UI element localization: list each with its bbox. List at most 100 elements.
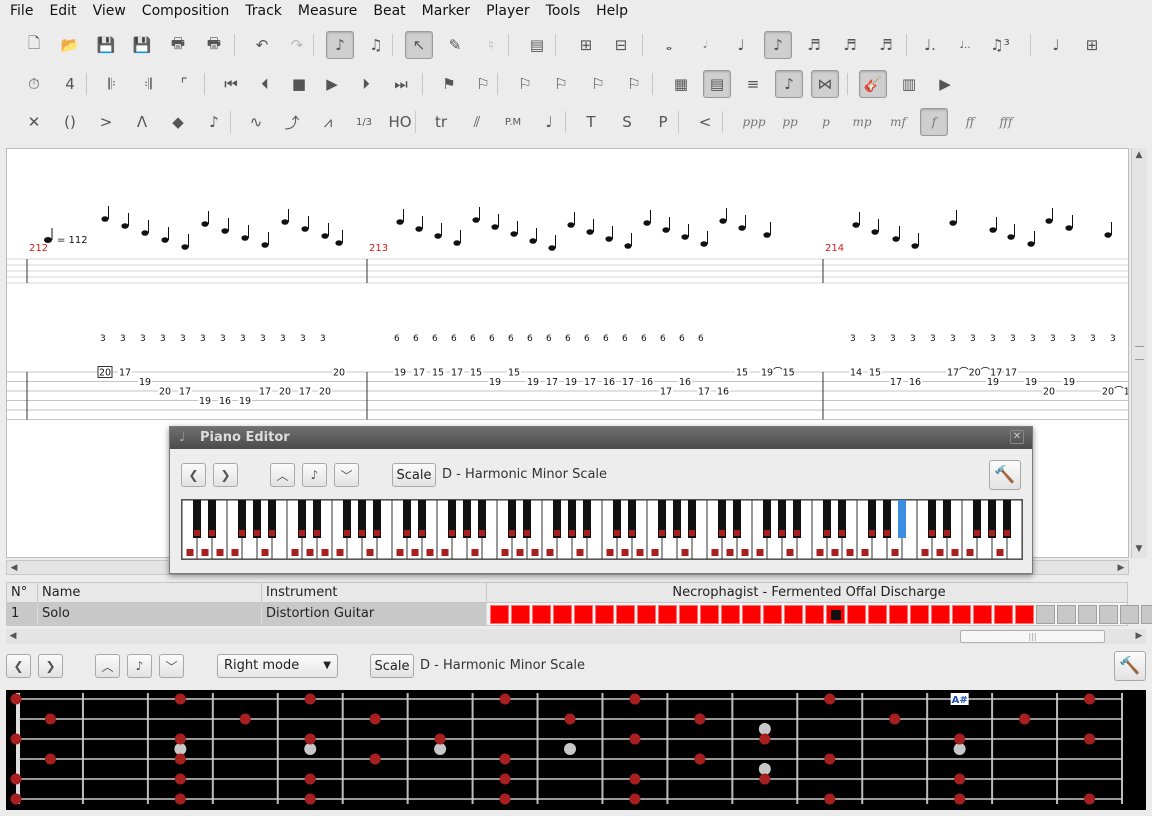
palm-mute-button[interactable]: P.M [499,108,527,136]
measure-cell[interactable] [1078,605,1097,624]
tab-fret-number[interactable]: 19 [986,376,1000,388]
tab-fret-number[interactable]: 17 [450,366,464,379]
dynamic-pp-button[interactable]: pp [776,108,804,136]
measure-cell[interactable] [742,605,761,624]
scale-note-marker[interactable] [824,693,836,705]
measure-cell[interactable] [595,605,614,624]
dotted-note-button[interactable]: ♩. [916,31,944,59]
metronome-button[interactable]: ⏱ [20,70,48,98]
page-button[interactable]: ▤ [523,31,551,59]
scale-note-marker[interactable] [304,693,316,705]
octave-up-button[interactable]: ︿ [95,654,120,678]
piano-keys-canvas[interactable] [181,499,1023,560]
scale-note-marker[interactable] [239,713,251,725]
measure-cell[interactable] [1036,605,1055,624]
heavy-accent-button[interactable]: Λ [128,108,156,136]
tab-fret-number[interactable]: 19 [1062,376,1076,388]
measure-cell[interactable] [910,605,929,624]
piano-black-key-selected[interactable] [898,500,906,538]
tab-fret-number[interactable]: 17 [889,376,903,388]
scale-note-marker[interactable] [174,693,186,705]
scale-note-marker[interactable] [824,793,836,805]
scale-note-marker[interactable] [629,693,641,705]
tab-fret-number[interactable]: 17 [298,385,312,398]
measure-cell[interactable] [700,605,719,624]
marker-list-button[interactable]: ⚐ [469,70,497,98]
piano-editor-window[interactable]: ♩ Piano Editor ✕ ❮ ❯ ︿ ♪ ﹀ Scale D - Har… [169,426,1033,574]
tab-fret-number[interactable]: 19 [238,395,252,407]
scroll-grip[interactable] [1135,346,1144,360]
undo-button[interactable]: ↶ [248,31,276,59]
staccato-button[interactable]: ♩ [535,108,563,136]
measure-cell[interactable] [679,605,698,624]
vibrato-button[interactable]: ∿ [242,108,270,136]
scale-note-marker[interactable] [304,733,316,745]
measure-cell[interactable] [973,605,992,624]
repeat-open-button[interactable]: 𝄆 [98,70,126,98]
repeat-close-button[interactable]: 𝄇 [134,70,162,98]
harmonic-button[interactable]: ◆ [164,108,192,136]
dynamic-mf-button[interactable]: mf [884,108,912,136]
scale-note-marker[interactable] [369,713,381,725]
grace-note-button[interactable]: ♪ [200,108,228,136]
measure-cell[interactable] [1120,605,1139,624]
track-row[interactable]: 1 Solo Distortion Guitar [6,603,1152,626]
print-button[interactable]: 🖶 [164,31,192,59]
scroll-right-icon[interactable]: ▶ [1114,561,1128,575]
tuplet-button[interactable]: ♫³ [986,31,1014,59]
media-player-button[interactable]: ▶ [931,70,959,98]
tab-fret-number[interactable]: 19 [488,376,502,388]
track-instrument[interactable]: Distortion Guitar [262,603,487,625]
measure-cell[interactable] [994,605,1013,624]
tab-fret-number[interactable]: 15 [431,366,445,379]
measure-cell[interactable] [721,605,740,624]
fretboard-canvas[interactable]: A# [6,690,1146,810]
transport-button[interactable]: ▦ [667,70,695,98]
scale-note-marker[interactable] [1084,733,1096,745]
tab-fret-number[interactable]: 20 [332,366,346,379]
close-icon[interactable]: ✕ [1010,430,1024,444]
save-button[interactable]: 💾 [92,31,120,59]
track-horizontal-scrollbar[interactable]: ◀ ||| ▶ [6,629,1146,644]
measure-cell[interactable] [574,605,593,624]
first-marker-button[interactable]: ⚐ [511,70,539,98]
tied-note-button[interactable]: ♩ [1042,31,1070,59]
measure-cell[interactable] [1015,605,1034,624]
tab-fret-number[interactable]: 19 [138,376,152,388]
tab-fret-number[interactable]: 17 [258,385,272,398]
tab-fret-number[interactable]: 15 [868,366,882,379]
scale-note-marker[interactable] [369,753,381,765]
slide-button[interactable]: 1/3 [350,108,378,136]
mixer-view-button[interactable]: ≡ [739,70,767,98]
measure-cell[interactable] [637,605,656,624]
measure-cell[interactable] [511,605,530,624]
tab-fret-number[interactable]: 14 [849,366,863,379]
measure-cell[interactable] [952,605,971,624]
measure-cell[interactable] [1057,605,1076,624]
track-measures[interactable] [490,605,1152,624]
scale-note-marker[interactable] [304,773,316,785]
track-name[interactable]: Solo [38,603,262,625]
scale-note-marker[interactable] [564,713,576,725]
tab-fret-number[interactable]: 20⌒17⌒20 [1101,385,1129,398]
scroll-thumb[interactable]: ||| [960,630,1105,643]
dynamic-p-button[interactable]: p [812,108,840,136]
piano-view-button[interactable]: ♪ [775,70,803,98]
menu-player[interactable]: Player [478,0,538,22]
menu-marker[interactable]: Marker [414,0,478,22]
tab-fret-number[interactable]: 19 [526,376,540,388]
measure-cell[interactable] [532,605,551,624]
menu-help[interactable]: Help [588,0,636,22]
tab-fret-number[interactable]: 19⌒15 [760,366,795,379]
popping-button[interactable]: P [649,108,677,136]
scroll-up-icon[interactable]: ▲ [1132,148,1146,162]
tab-fret-number[interactable]: 17 [178,385,192,398]
tremolo-picking-button[interactable]: ⫽ [463,108,491,136]
dynamic-fff-button[interactable]: fff [992,108,1020,136]
octave-down-button[interactable]: ﹀ [159,654,184,678]
fretboard[interactable]: A# [6,690,1146,810]
add-measure-button[interactable]: ⊞ [572,31,600,59]
new-file-button[interactable]: 🗋 [20,31,48,59]
menu-measure[interactable]: Measure [290,0,366,22]
tab-fret-number[interactable]: 17 [697,385,711,398]
